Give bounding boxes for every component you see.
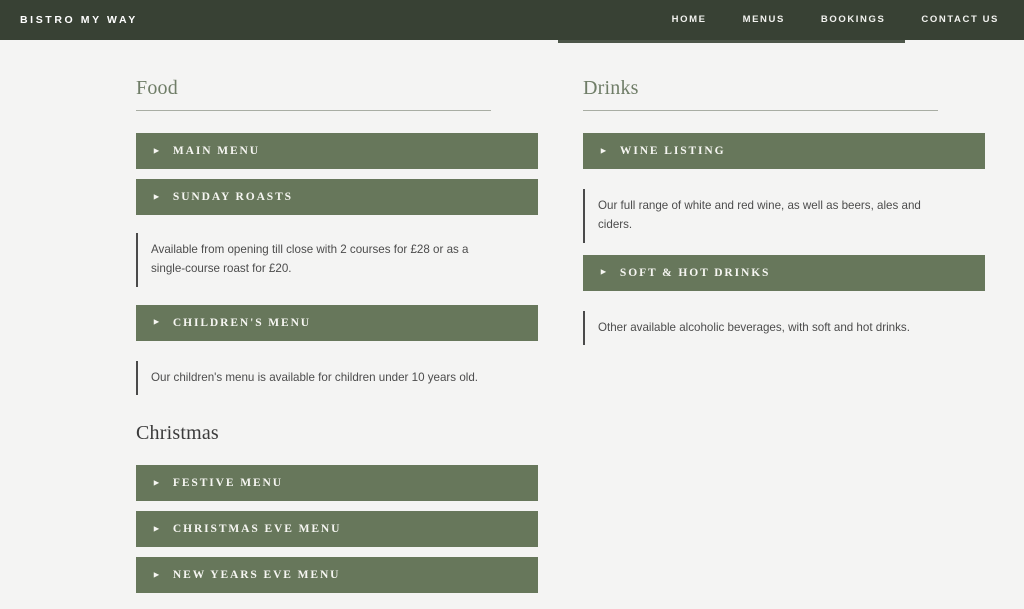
triangle-right-icon: ► bbox=[599, 146, 608, 155]
accordion-panel-soft-hot-drinks: Other available alcoholic beverages, wit… bbox=[583, 311, 985, 346]
accordion-item-childrens-menu: ► CHILDREN'S MENU Our children's menu is… bbox=[136, 305, 538, 396]
food-accordion: ► MAIN MENU ► SUNDAY ROASTS Available fr… bbox=[136, 133, 538, 395]
accordion-label-christmas-eve-menu: CHRISTMAS EVE MENU bbox=[173, 523, 341, 535]
accordion-label-new-years-eve-menu: NEW YEARS EVE MENU bbox=[173, 569, 340, 581]
accordion-item-main-menu: ► MAIN MENU bbox=[136, 133, 538, 169]
accordion-body-soft-hot-drinks: Other available alcoholic beverages, wit… bbox=[598, 319, 928, 338]
menu-columns: Food ► MAIN MENU ► SUNDAY ROASTS bbox=[0, 40, 1024, 593]
accordion-item-festive-menu: ► FESTIVE MENU bbox=[136, 465, 538, 501]
accordion-header-wine-listing[interactable]: ► WINE LISTING bbox=[583, 133, 985, 169]
triangle-right-icon: ► bbox=[152, 146, 161, 155]
food-column: Food ► MAIN MENU ► SUNDAY ROASTS bbox=[136, 40, 538, 593]
christmas-accordion: ► FESTIVE MENU ► CHRISTMAS EVE MENU ► bbox=[136, 465, 538, 593]
accordion-label-festive-menu: FESTIVE MENU bbox=[173, 477, 283, 489]
drinks-section-heading: Drinks bbox=[583, 78, 938, 111]
nav-item-menus[interactable]: MENUS bbox=[725, 0, 803, 40]
accordion-header-festive-menu[interactable]: ► FESTIVE MENU bbox=[136, 465, 538, 501]
drinks-accordion: ► WINE LISTING Our full range of white a… bbox=[583, 133, 985, 345]
accordion-panel-childrens-menu: Our children's menu is available for chi… bbox=[136, 361, 538, 396]
triangle-right-icon: ► bbox=[152, 570, 161, 579]
accordion-body-childrens-menu: Our children's menu is available for chi… bbox=[151, 369, 481, 388]
header-submenu-edge bbox=[558, 40, 905, 43]
triangle-right-icon: ► bbox=[152, 192, 161, 201]
drinks-column: Drinks ► WINE LISTING Our full range of … bbox=[583, 40, 985, 593]
accordion-item-wine-listing: ► WINE LISTING Our full range of white a… bbox=[583, 133, 985, 243]
accordion-body-wine-listing: Our full range of white and red wine, as… bbox=[598, 197, 928, 235]
accordion-header-main-menu[interactable]: ► MAIN MENU bbox=[136, 133, 538, 169]
triangle-right-icon: ► bbox=[152, 318, 161, 327]
accordion-item-new-years-eve-menu: ► NEW YEARS EVE MENU bbox=[136, 557, 538, 593]
food-section-heading: Food bbox=[136, 78, 491, 111]
nav-item-home[interactable]: HOME bbox=[654, 0, 725, 40]
triangle-right-icon: ► bbox=[152, 478, 161, 487]
accordion-item-soft-hot-drinks: ► SOFT & HOT DRINKS Other available alco… bbox=[583, 255, 985, 346]
accordion-header-sunday-roasts[interactable]: ► SUNDAY ROASTS bbox=[136, 179, 538, 215]
accordion-panel-sunday-roasts: Available from opening till close with 2… bbox=[136, 233, 538, 287]
page-content: Food ► MAIN MENU ► SUNDAY ROASTS bbox=[0, 40, 1024, 609]
accordion-panel-wine-listing: Our full range of white and red wine, as… bbox=[583, 189, 985, 243]
accordion-header-new-years-eve-menu[interactable]: ► NEW YEARS EVE MENU bbox=[136, 557, 538, 593]
accordion-header-christmas-eve-menu[interactable]: ► CHRISTMAS EVE MENU bbox=[136, 511, 538, 547]
accordion-label-childrens-menu: CHILDREN'S MENU bbox=[173, 317, 311, 329]
accordion-item-sunday-roasts: ► SUNDAY ROASTS Available from opening t… bbox=[136, 179, 538, 287]
accordion-label-soft-hot-drinks: SOFT & HOT DRINKS bbox=[620, 267, 770, 279]
accordion-header-soft-hot-drinks[interactable]: ► SOFT & HOT DRINKS bbox=[583, 255, 985, 291]
accordion-label-wine-listing: WINE LISTING bbox=[620, 145, 726, 157]
brand-logo[interactable]: BISTRO MY WAY bbox=[20, 14, 138, 26]
accordion-label-main-menu: MAIN MENU bbox=[173, 145, 260, 157]
accordion-header-childrens-menu[interactable]: ► CHILDREN'S MENU bbox=[136, 305, 538, 341]
accordion-item-christmas-eve-menu: ► CHRISTMAS EVE MENU bbox=[136, 511, 538, 547]
triangle-right-icon: ► bbox=[599, 268, 608, 277]
christmas-section-heading: Christmas bbox=[136, 423, 538, 443]
nav-item-contact-us[interactable]: CONTACT US bbox=[903, 0, 1006, 40]
nav-item-bookings[interactable]: BOOKINGS bbox=[803, 0, 904, 40]
accordion-body-sunday-roasts: Available from opening till close with 2… bbox=[151, 241, 481, 279]
main-navigation: HOME MENUS BOOKINGS CONTACT US bbox=[654, 0, 1006, 40]
site-header: BISTRO MY WAY HOME MENUS BOOKINGS CONTAC… bbox=[0, 0, 1024, 40]
triangle-right-icon: ► bbox=[152, 524, 161, 533]
accordion-label-sunday-roasts: SUNDAY ROASTS bbox=[173, 191, 293, 203]
